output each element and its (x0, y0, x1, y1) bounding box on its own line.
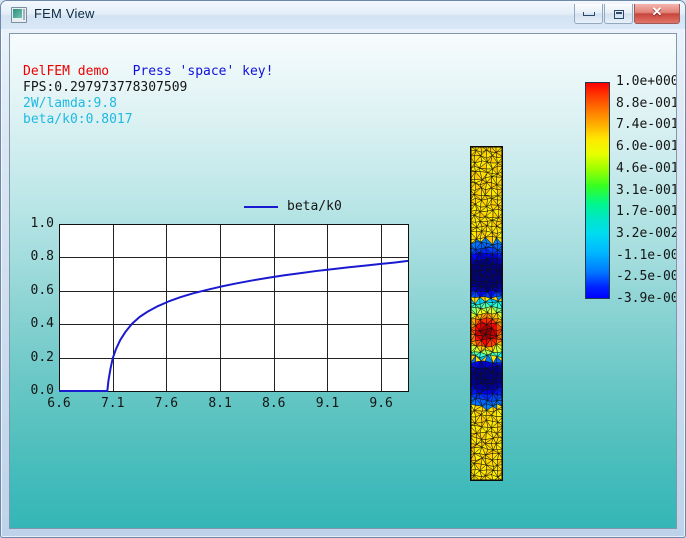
y-tick-label: 0.8 (10, 249, 54, 264)
x-tick-label: 9.1 (315, 396, 340, 411)
y-tick-text: 0.2 (30, 349, 54, 365)
x-tick-label: 7.6 (154, 396, 179, 411)
close-button[interactable]: ✕ (634, 4, 680, 24)
legend-line-beta-k0 (244, 206, 278, 208)
colorbar-label: -3.9e-001 (616, 291, 676, 306)
x-tick-label: 8.1 (208, 396, 232, 411)
x-tick-label: 6.6 (47, 396, 71, 411)
y-tick-text: 0.8 (30, 249, 54, 265)
y-tick-label: 1.0 (10, 216, 54, 231)
window-controls: ✕ (573, 4, 680, 25)
gl-canvas[interactable]: DelFEM demo Press 'space' key! FPS:0.297… (10, 34, 676, 528)
dispersion-plot: beta/k0 1.0 0.8 0.6 0.4 0.2 0.0 6.6 7.1 7.6 8.1 8… (10, 34, 676, 528)
legend-label-beta-k0: beta/k0 (287, 199, 342, 214)
maximize-icon (613, 9, 624, 19)
colorbar-label: 3.1e-001 (616, 182, 677, 198)
colorbar-label: 3.2e-002 (616, 225, 677, 241)
colorbar-label: 7.4e-001 (616, 117, 677, 133)
colorbar-label: 8.8e-001 (616, 95, 677, 111)
y-tick-label: 0.2 (10, 350, 54, 365)
colorbar-label: 1.7e-001 (616, 204, 677, 220)
maximize-button[interactable] (604, 4, 633, 24)
app-window-icon (11, 7, 27, 23)
y-tick-label: 0.6 (10, 283, 54, 298)
y-tick-text: 1.0 (30, 216, 54, 231)
window-title: FEM View (34, 6, 95, 21)
client-area: DelFEM demo Press 'space' key! FPS:0.297… (9, 33, 677, 529)
window-titlebar[interactable]: FEM View ✕ (1, 1, 685, 29)
fem-mesh-strip[interactable] (469, 145, 504, 482)
close-icon: ✕ (651, 4, 663, 19)
colorbar-gradient (585, 82, 610, 299)
colorbar-label: 1.0e+000 (616, 74, 677, 89)
x-tick-label: 8.6 (262, 396, 286, 411)
colorbar-label: -1.1e-001 (616, 247, 676, 263)
mesh-triangles (469, 145, 504, 482)
y-tick-text: 0.6 (30, 282, 54, 298)
colorbar-label: 6.0e-001 (616, 139, 677, 155)
plot-svg (59, 224, 409, 392)
fem-mesh-svg (469, 145, 504, 482)
y-tick-label: 0.4 (10, 316, 54, 331)
x-tick-label: 7.1 (100, 396, 125, 411)
y-tick-text: 0.4 (30, 316, 54, 332)
colorbar-label: -2.5e-001 (616, 269, 676, 285)
minimize-icon (582, 12, 595, 17)
x-tick-label: 9.6 (369, 396, 393, 411)
minimize-button[interactable] (574, 4, 603, 24)
screenshot-root: FEM View ✕ DelFEM demo Press 'space' key… (0, 0, 686, 538)
colorbar-label: 4.6e-001 (616, 160, 677, 176)
